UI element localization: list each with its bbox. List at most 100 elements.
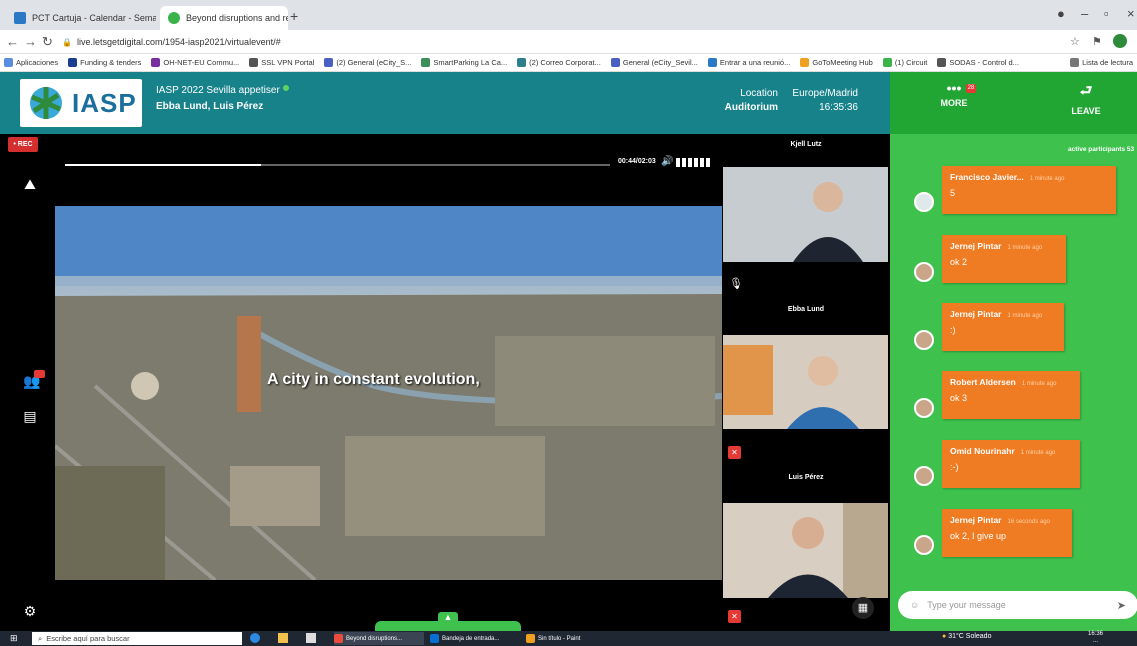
bookmark-icon	[249, 58, 259, 67]
bookmark-icon	[68, 58, 78, 67]
browser-tab-active[interactable]: Beyond disruptions and rec ×	[160, 6, 288, 30]
participant-name: Kjell Lutz	[790, 141, 822, 148]
video-timecode: 00:44/02:03	[618, 158, 656, 165]
volume-icon[interactable]: 🔊	[661, 156, 673, 167]
emoji-icon[interactable]: ☺	[910, 600, 919, 610]
iasp-logo: IASP	[20, 79, 142, 127]
reload-icon[interactable]: ↻	[42, 34, 53, 50]
extensions-icon[interactable]: ⚑	[1092, 35, 1102, 48]
active-participants-count: active participants 53	[1068, 146, 1135, 153]
participant-avatar	[723, 167, 888, 262]
bookmark-item[interactable]: (2) General (eCity_S...	[324, 58, 411, 67]
online-indicator	[282, 85, 289, 91]
avatar	[914, 535, 934, 555]
new-tab-icon[interactable]: +	[290, 8, 298, 24]
message-text: :)	[950, 325, 956, 335]
participant-avatar	[723, 503, 888, 598]
volume-level[interactable]	[676, 158, 712, 168]
bookmark-item[interactable]: Funding & tenders	[68, 58, 141, 67]
account-avatar[interactable]	[1113, 34, 1127, 48]
city-aerial-image	[55, 206, 722, 580]
taskbar-search[interactable]: ⌕ Escribe aquí para buscar	[32, 632, 242, 645]
url-field[interactable]: 🔒 live.letsgetdigital.com/1954-iasp2021/…	[62, 33, 1022, 51]
send-icon[interactable]: ➤	[1117, 599, 1126, 612]
message-time: 1 minute ago	[1007, 245, 1043, 251]
chat-message: Jernej Pintar 1 minute ago ok 2	[942, 235, 1066, 283]
bookmark-icon	[937, 58, 947, 67]
back-icon[interactable]: ←	[6, 34, 19, 49]
message-time: 1 minute ago	[1029, 176, 1065, 182]
presenters: Ebba Lund, Luis Pérez	[156, 101, 264, 112]
minimize-icon[interactable]: –	[1081, 6, 1088, 21]
forward-icon[interactable]: →	[24, 34, 37, 49]
stage-icon[interactable]: ⛰	[20, 176, 40, 193]
url-text: live.letsgetdigital.com/1954-iasp2021/vi…	[76, 37, 281, 47]
bookmark-item[interactable]: GoToMeeting Hub	[800, 58, 873, 67]
chat-message-input[interactable]: ☺ Type your message ➤	[898, 591, 1137, 619]
more-button[interactable]: ••• MORE	[922, 80, 986, 108]
taskbar-app-outlook[interactable]: Bandeja de entrada...	[430, 632, 520, 645]
message-time: 1 minute ago	[1020, 450, 1056, 456]
browser-tab[interactable]: PCT Cartuja - Calendar - Semana ×	[6, 6, 156, 30]
participant-name: Ebba Lund	[787, 306, 825, 313]
participant-video[interactable]	[723, 503, 888, 598]
apps-icon	[4, 58, 13, 67]
search-icon: ⌕	[38, 633, 43, 643]
bookmark-item[interactable]: (1) Circuit	[882, 58, 927, 67]
message-text: ok 3	[950, 393, 968, 403]
bookmark-item[interactable]: (2) Correo Corporat...	[517, 58, 601, 67]
message-time: 1 minute ago	[1007, 313, 1043, 319]
bookmark-item[interactable]: OH-NET-EU Commu...	[151, 58, 239, 67]
settings-icon[interactable]: ⚙	[20, 603, 40, 620]
chevron-up-icon[interactable]: ▲	[438, 612, 458, 624]
message-time: 1 minute ago	[1021, 381, 1057, 387]
participant-avatar	[723, 335, 888, 429]
message-author: Jernej Pintar	[950, 241, 1002, 251]
edge-icon[interactable]	[250, 633, 260, 643]
local-time: 16:35:36	[819, 102, 858, 113]
mic-off-icon[interactable]: ✕	[728, 610, 741, 623]
close-window-icon[interactable]: ×	[1127, 6, 1135, 21]
chat-message: Jernej Pintar 16 seconds ago ok 2, I give…	[942, 509, 1072, 557]
system-tray[interactable]: ● 31°C Soleado	[942, 633, 991, 640]
message-author: Omid Nourinahr	[950, 446, 1015, 456]
timezone-label: Europe/Madrid	[792, 88, 858, 99]
bookmark-item[interactable]: Entrar a una reunió...	[707, 58, 790, 67]
message-text: :-)	[950, 462, 959, 472]
bookmark-item[interactable]: SODAS - Control d...	[937, 58, 1019, 67]
tab-label: Beyond disruptions and rec	[186, 13, 288, 23]
message-time: 16 seconds ago	[1007, 519, 1050, 525]
bookmark-item[interactable]: General (eCity_Sevil...	[610, 58, 698, 67]
bookmark-item[interactable]: SSL VPN Portal	[249, 58, 314, 67]
taskbar-clock[interactable]: 16:36...	[1088, 631, 1103, 645]
store-icon[interactable]	[306, 633, 316, 643]
taskbar-app-chrome[interactable]: Beyond disruptions...	[334, 632, 424, 645]
star-icon[interactable]: ☆	[1070, 35, 1080, 48]
profile-icon[interactable]: ●	[1057, 6, 1065, 21]
maximize-icon[interactable]: ▫	[1104, 6, 1109, 21]
reading-list[interactable]: Lista de lectura	[1070, 58, 1137, 67]
mic-icon[interactable]: 🎙	[729, 277, 743, 290]
chat-input-placeholder: Type your message	[927, 600, 1006, 610]
bookmark-item[interactable]: SmartParking La Ca...	[421, 58, 507, 67]
windows-start-icon[interactable]: ⊞	[10, 633, 18, 644]
video-frame[interactable]	[55, 206, 722, 580]
avatar	[914, 192, 934, 212]
participant-video[interactable]	[723, 335, 888, 429]
mic-off-icon[interactable]: ✕	[728, 446, 741, 459]
message-text: 5	[950, 188, 956, 198]
bookmark-icon	[610, 58, 620, 67]
file-explorer-icon[interactable]	[278, 633, 288, 643]
leave-button[interactable]: ⮐ LEAVE	[1054, 80, 1118, 116]
participants-badge	[34, 370, 45, 378]
event-title: IASP 2022 Sevilla appetiser	[156, 85, 289, 96]
avatar	[914, 262, 934, 282]
grid-layout-icon[interactable]: ▦	[852, 597, 874, 619]
message-text: ok 2	[950, 257, 968, 267]
lock-icon: 🔒	[62, 37, 72, 47]
document-icon[interactable]: ▤	[20, 408, 40, 425]
video-subtitle: A city in constant evolution,	[267, 371, 480, 388]
participant-video[interactable]	[723, 167, 888, 262]
taskbar-app-paint[interactable]: Sin título - Paint	[526, 632, 616, 645]
bookmark-item[interactable]: Aplicaciones	[4, 58, 58, 67]
